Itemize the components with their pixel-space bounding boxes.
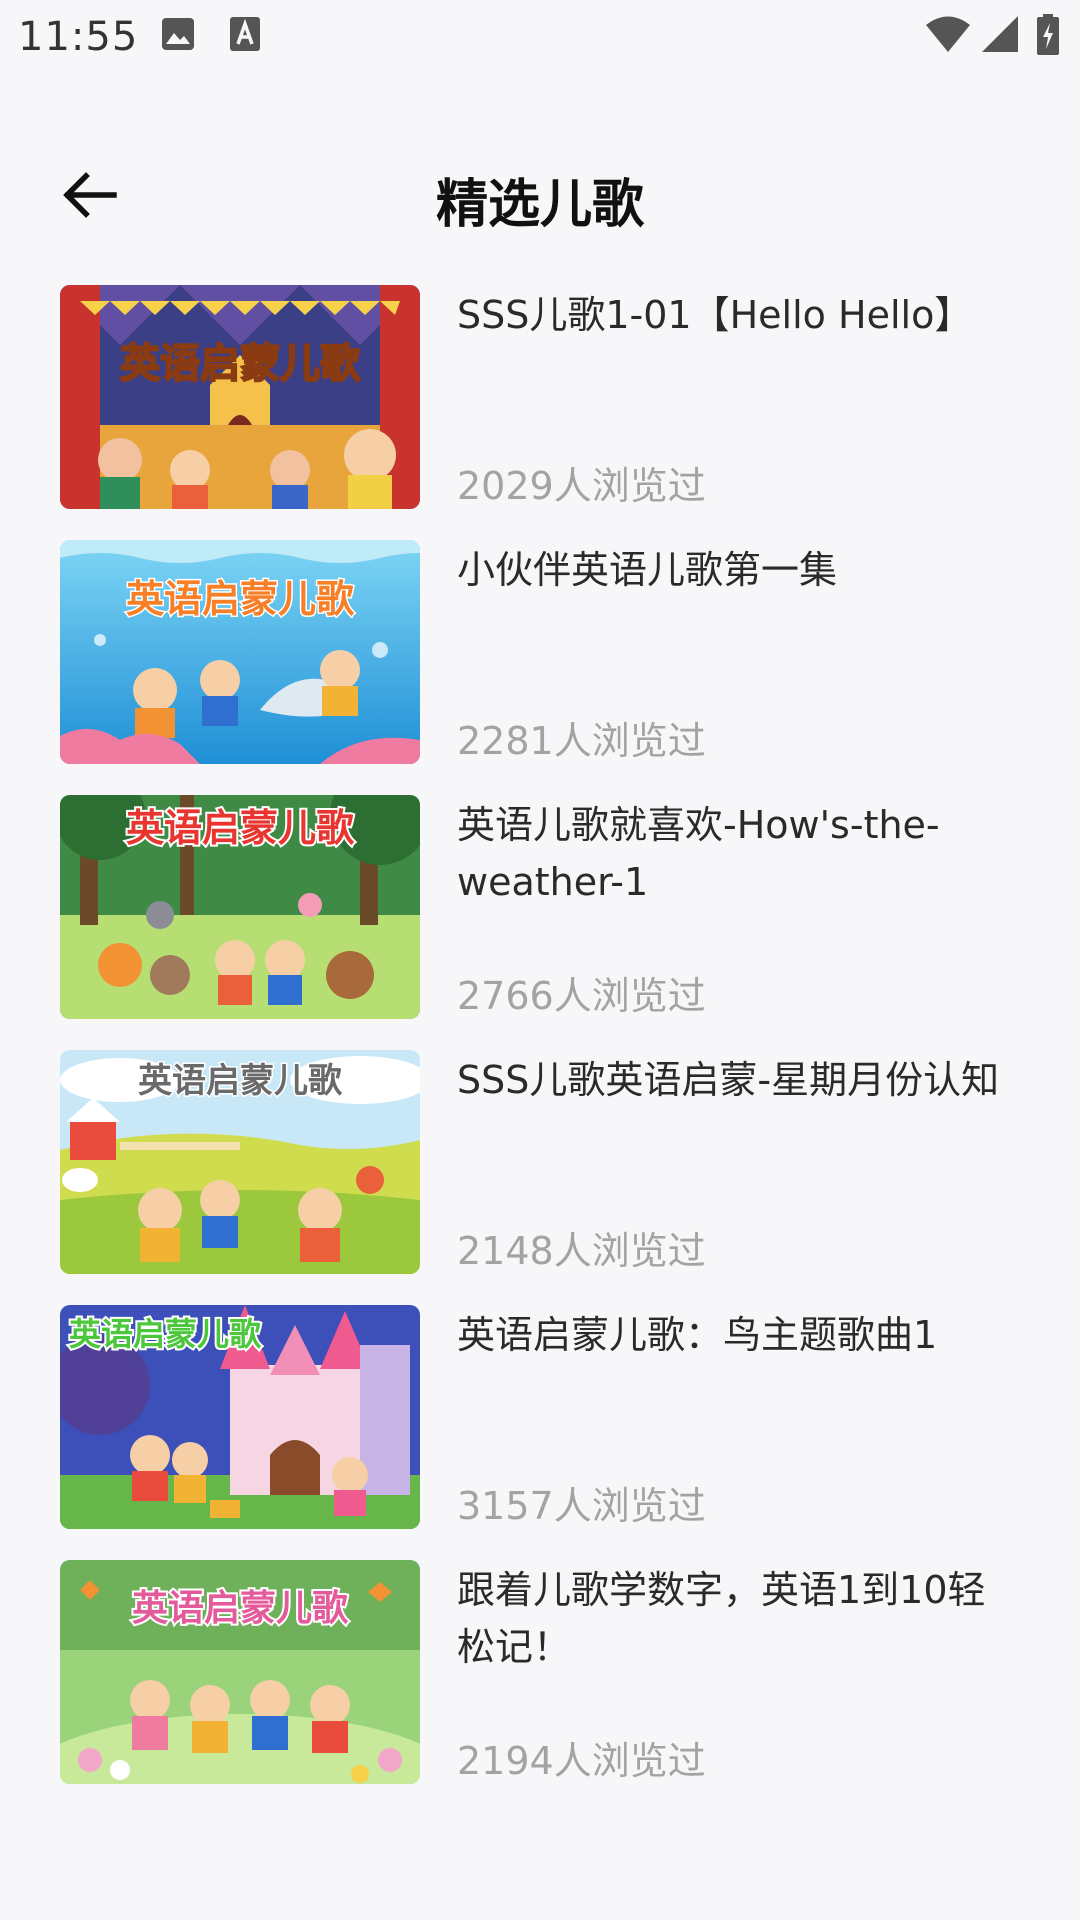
song-view-count: 2029人浏览过 [457,464,706,508]
thumbnail-caption: 英语启蒙儿歌 [120,341,361,387]
song-view-count: 2766人浏览过 [457,974,706,1018]
thumbnail-caption: 英语启蒙儿歌 [132,1588,349,1629]
song-list-item[interactable]: 英语启蒙儿歌 英语启蒙儿歌：鸟主题歌曲1 3157人浏览过 [0,1305,1080,1530]
song-title: 英语儿歌就喜欢-How's-the-weather-1 [457,803,940,904]
song-list-item[interactable]: 英语启蒙儿歌 英语儿歌就喜欢-How's-the-weather-1 2766人… [0,795,1080,1020]
app-header: 精选儿歌 [0,140,1080,250]
song-thumbnail: 英语启蒙儿歌 [60,795,420,1019]
song-thumbnail: 英语启蒙儿歌 [60,285,420,509]
song-list-item[interactable]: 英语启蒙儿歌 跟着儿歌学数字，英语1到10轻松记！ 2194人浏览过 [0,1560,1080,1785]
thumbnail-caption: 英语启蒙儿歌 [126,806,355,850]
status-bar: 11:55 [0,0,1080,74]
song-title: SSS儿歌1-01【Hello Hello】 [457,293,973,337]
screen: 11:55 精选儿歌 英语启蒙儿歌 SSS儿歌1-01【Hello Hello】… [0,0,1080,1920]
battery-charging-icon [1037,14,1059,55]
song-view-count: 3157人浏览过 [457,1484,706,1528]
song-title: 跟着儿歌学数字，英语1到10轻松记！ [457,1568,986,1669]
song-title: SSS儿歌英语启蒙-星期月份认知 [457,1058,1000,1102]
song-thumbnail: 英语启蒙儿歌 [60,1050,420,1274]
font-a-icon [230,17,260,51]
song-list-item[interactable]: 英语启蒙儿歌 SSS儿歌1-01【Hello Hello】 2029人浏览过 [0,285,1080,510]
status-time: 11:55 [18,14,139,60]
song-thumbnail: 英语启蒙儿歌 [60,1305,420,1529]
song-title: 小伙伴英语儿歌第一集 [457,548,838,592]
song-list-item[interactable]: 英语启蒙儿歌 SSS儿歌英语启蒙-星期月份认知 2148人浏览过 [0,1050,1080,1275]
song-title: 英语启蒙儿歌：鸟主题歌曲1 [457,1313,938,1357]
thumbnail-caption: 英语启蒙儿歌 [69,1315,262,1353]
gallery-icon [162,18,194,50]
song-view-count: 2148人浏览过 [457,1229,706,1273]
song-thumbnail: 英语启蒙儿歌 [60,1560,420,1784]
song-thumbnail: 英语启蒙儿歌 [60,540,420,764]
thumbnail-caption: 英语启蒙儿歌 [126,577,355,621]
wifi-icon [926,16,970,52]
page-title: 精选儿歌 [435,175,644,235]
song-view-count: 2194人浏览过 [457,1739,706,1783]
thumbnail-caption: 英语启蒙儿歌 [138,1061,343,1101]
song-view-count: 2281人浏览过 [457,719,706,763]
signal-icon [982,16,1018,52]
song-list-item[interactable]: 英语启蒙儿歌 小伙伴英语儿歌第一集 2281人浏览过 [0,540,1080,765]
